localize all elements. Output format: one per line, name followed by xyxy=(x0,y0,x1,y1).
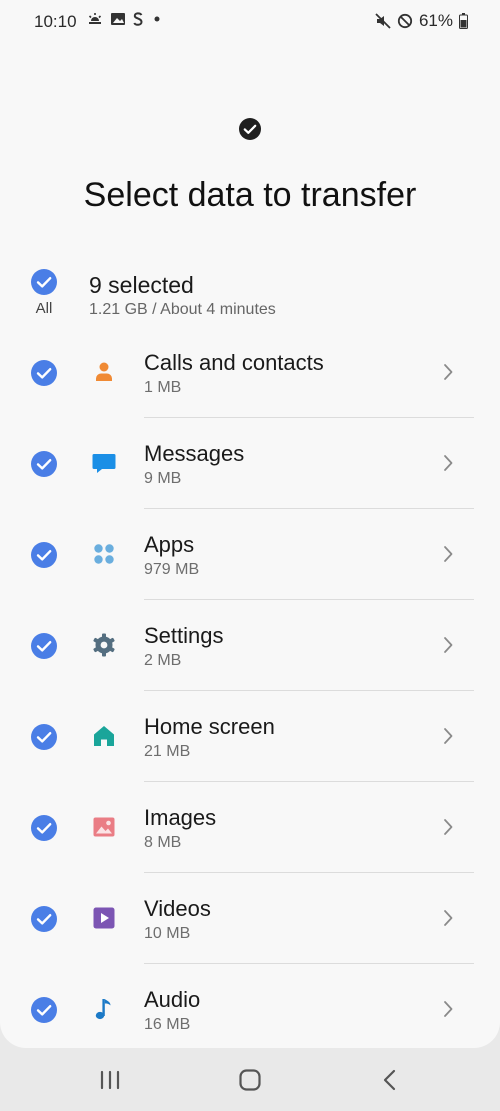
home-screen-icon xyxy=(94,726,114,746)
item-title: Home screen xyxy=(144,714,275,739)
status-icons-right: 61% xyxy=(375,11,468,31)
item-checkbox[interactable] xyxy=(30,632,58,660)
chevron-right-icon[interactable] xyxy=(440,361,456,383)
chevron-right-icon[interactable] xyxy=(440,543,456,565)
item-title: Settings xyxy=(144,623,224,648)
selected-count: 9 selected xyxy=(89,272,194,298)
settings-icon xyxy=(93,633,115,657)
check-circle-icon xyxy=(239,118,261,140)
item-size: 21 MB xyxy=(144,743,191,760)
list-item[interactable]: Home screen 21 MB xyxy=(0,691,500,782)
item-size: 2 MB xyxy=(144,652,182,669)
item-checkbox[interactable] xyxy=(30,814,58,842)
item-title: Audio xyxy=(144,987,201,1012)
item-size: 979 MB xyxy=(144,561,200,578)
item-checkbox[interactable] xyxy=(30,541,58,569)
item-title: Videos xyxy=(144,896,211,921)
list-item[interactable]: Images 8 MB xyxy=(0,782,500,873)
item-size: 9 MB xyxy=(144,470,182,487)
battery-percent: 61% xyxy=(418,11,453,30)
contacts-icon xyxy=(96,362,112,381)
list-item[interactable]: Messages 9 MB xyxy=(0,418,500,509)
item-size: 16 MB xyxy=(144,1016,191,1033)
list-item[interactable]: Apps 979 MB xyxy=(0,509,500,600)
apps-icon xyxy=(94,544,114,564)
chevron-right-icon[interactable] xyxy=(440,725,456,747)
chevron-right-icon[interactable] xyxy=(440,907,456,929)
data-list: Calls and contacts 1 MB Messages 9 MB Ap… xyxy=(0,327,500,1048)
status-time: 10:10 xyxy=(34,12,77,31)
mute-icon xyxy=(375,13,391,29)
item-title: Messages xyxy=(144,441,245,466)
item-size: 10 MB xyxy=(144,925,191,942)
item-checkbox[interactable] xyxy=(30,359,58,387)
list-item[interactable]: Videos 10 MB xyxy=(0,873,500,964)
images-icon xyxy=(93,817,115,837)
status-icons-left xyxy=(86,11,164,27)
item-checkbox[interactable] xyxy=(30,723,58,751)
item-title: Images xyxy=(144,805,217,830)
page-title: Select data to transfer xyxy=(83,176,417,214)
list-item[interactable]: Audio 16 MB xyxy=(0,964,500,1048)
home-icon[interactable] xyxy=(236,1066,264,1094)
recent-apps-icon[interactable] xyxy=(96,1066,124,1094)
status-bar: 10:10 61% xyxy=(0,0,500,44)
audio-icon xyxy=(95,999,111,1020)
dot-icon xyxy=(154,16,160,22)
chevron-right-icon[interactable] xyxy=(440,452,456,474)
select-all-label: All xyxy=(35,300,53,317)
chevron-right-icon[interactable] xyxy=(440,634,456,656)
select-all-checkbox[interactable] xyxy=(30,268,58,296)
selected-summary: 1.21 GB / About 4 minutes xyxy=(89,301,276,318)
back-icon[interactable] xyxy=(376,1066,404,1094)
navigation-bar xyxy=(0,1048,500,1111)
list-item[interactable]: Settings 2 MB xyxy=(0,600,500,691)
item-checkbox[interactable] xyxy=(30,996,58,1024)
select-all-row[interactable]: All 9 selected 1.21 GB / About 4 minutes xyxy=(30,268,470,324)
battery-icon xyxy=(459,13,468,29)
item-title: Apps xyxy=(144,532,195,557)
item-size: 1 MB xyxy=(144,379,182,396)
item-checkbox[interactable] xyxy=(30,450,58,478)
s-app-icon xyxy=(133,12,143,26)
item-size: 8 MB xyxy=(144,834,182,851)
item-checkbox[interactable] xyxy=(30,905,58,933)
item-title: Calls and contacts xyxy=(144,350,324,375)
gallery-icon xyxy=(111,13,125,25)
list-item[interactable]: Calls and contacts 1 MB xyxy=(0,327,500,418)
chevron-right-icon[interactable] xyxy=(440,816,456,838)
weather-icon xyxy=(88,13,102,24)
messages-icon xyxy=(92,454,116,473)
chevron-right-icon[interactable] xyxy=(440,998,456,1020)
screen: 10:10 61% Select data to transfer All 9 … xyxy=(0,0,500,1048)
do-not-disturb-icon xyxy=(397,13,413,29)
videos-icon xyxy=(93,907,115,929)
